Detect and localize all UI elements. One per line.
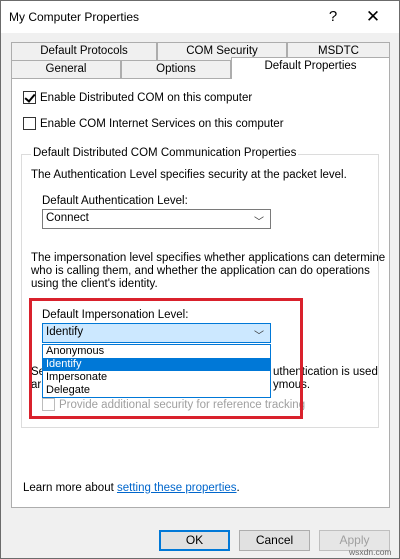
tab-default-protocols[interactable]: Default Protocols bbox=[11, 42, 157, 60]
impersonation-description-line1: The impersonation level specifies whethe… bbox=[31, 252, 386, 264]
group-label: Default Distributed COM Communication Pr… bbox=[31, 147, 299, 159]
authentication-level-label: Default Authentication Level: bbox=[42, 195, 188, 207]
cancel-button[interactable]: Cancel bbox=[239, 530, 310, 551]
impersonation-description-line2: who is calling them, and whether the app… bbox=[31, 265, 370, 277]
title-bar: My Computer Properties ? ✕ bbox=[1, 1, 399, 33]
window-title: My Computer Properties bbox=[9, 10, 140, 24]
highlight-annotation-box bbox=[29, 298, 303, 419]
ok-button[interactable]: OK bbox=[159, 530, 230, 551]
enable-com-internet-checkbox[interactable] bbox=[23, 117, 36, 130]
watermark-text: wsxdn.com bbox=[349, 547, 392, 557]
learn-more-suffix: . bbox=[236, 482, 240, 494]
enable-dcom-label: Enable Distributed COM on this computer bbox=[40, 91, 253, 104]
authentication-description: The Authentication Level specifies secur… bbox=[31, 169, 347, 181]
close-icon[interactable]: ✕ bbox=[359, 5, 387, 29]
setting-properties-link[interactable]: setting these properties bbox=[117, 482, 237, 494]
enable-dcom-checkbox[interactable] bbox=[23, 91, 36, 104]
enable-com-internet-label: Enable COM Internet Services on this com… bbox=[40, 117, 284, 130]
authentication-level-select[interactable]: Connect ﹀ bbox=[42, 209, 271, 229]
tab-default-properties[interactable]: Default Properties bbox=[231, 57, 390, 79]
enable-com-internet-checkbox-row[interactable]: Enable COM Internet Services on this com… bbox=[23, 117, 284, 130]
properties-window: My Computer Properties ? ✕ Default Proto… bbox=[0, 0, 400, 559]
chevron-down-icon: ﹀ bbox=[254, 217, 264, 228]
tab-general[interactable]: General bbox=[11, 60, 121, 78]
learn-more-prefix: Learn more about bbox=[23, 482, 117, 494]
impersonation-description-line3: using the client's identity. bbox=[31, 278, 158, 290]
learn-more-line: Learn more about setting these propertie… bbox=[23, 481, 240, 495]
help-icon[interactable]: ? bbox=[319, 5, 347, 29]
tab-options[interactable]: Options bbox=[121, 60, 231, 78]
enable-dcom-checkbox-row[interactable]: Enable Distributed COM on this computer bbox=[23, 91, 252, 104]
authentication-level-value: Connect bbox=[46, 212, 89, 224]
